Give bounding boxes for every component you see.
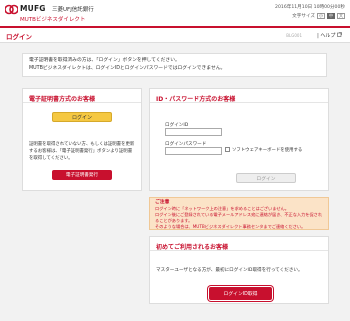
font-size-small-button[interactable]: 小 — [317, 13, 325, 19]
login-id-input[interactable] — [165, 128, 222, 136]
idpw-login-panel: ID・パスワード方式のお客様 ログインID ログインパスワード ログイン — [149, 88, 329, 191]
cert-login-button[interactable]: ログイン — [52, 112, 112, 122]
cert-panel-title: 電子証明書方式のお客様 — [23, 89, 141, 103]
title-bar: ログイン BLG001 | ヘルプ — [0, 26, 350, 43]
mufg-logo-icon — [5, 4, 18, 15]
font-size-large-button[interactable]: 大 — [337, 13, 345, 19]
cert-login-panel: 電子証明書方式のお客様 ログイン 証明書を取得されていない方、もしくは証明書を更… — [22, 88, 142, 191]
get-login-id-button[interactable]: ログインID取得 — [209, 287, 272, 300]
software-keyboard-checkbox[interactable] — [225, 147, 230, 152]
idpw-panel-title: ID・パスワード方式のお客様 — [150, 89, 328, 103]
logo-text: MUFG — [20, 4, 46, 13]
warning-line: そのような場合は、MUTBビジネスダイレクト事務センタまでご連絡ください。 — [155, 224, 306, 229]
warning-line: ログイン後にご登録されている電子メールアドレス宛に連絡が届き、不正な入力を促され… — [155, 212, 323, 223]
cert-description-line: を取得してください。 — [29, 155, 73, 161]
help-separator: | — [317, 33, 319, 39]
notice-line: MUTBビジネスダイレクトは、ログインIDとログインパスワードではログインできま… — [29, 66, 226, 71]
first-panel-text: マスターユーザとなる方が、最初にログインID取得を行ってください。 — [156, 268, 303, 273]
first-panel-title: 初めてご利用されるお客様 — [150, 237, 328, 251]
cert-issue-button[interactable]: 電子証明書発行 — [52, 170, 112, 180]
software-keyboard-label: ソフトウェアキーボードを使用する — [232, 148, 303, 153]
page-title: ログイン — [6, 33, 32, 41]
notice-line: 電子証明書を取得済みの方は、「ログイン」ボタンを押してください。 — [29, 58, 180, 63]
font-size-label: 文字サイズ — [292, 14, 315, 19]
cert-description: 証明書を取得されていない方、もしくは証明書を更新 するお客様は、「電子証明書発行… — [29, 142, 137, 162]
first-time-panel: 初めてご利用されるお客様 マスターユーザとなる方が、最初にログインID取得を行っ… — [149, 236, 329, 304]
help-label[interactable]: ヘルプ — [320, 33, 335, 39]
cert-description-line: 証明書を取得されていない方、もしくは証明書を更新 — [29, 142, 135, 147]
help-link[interactable]: | ヘルプ — [317, 32, 342, 39]
font-size-control: 文字サイズ 小 中 大 — [292, 13, 345, 19]
datetime: 2016年11月10日 10時00分00秒 — [275, 5, 345, 10]
font-size-medium-button[interactable]: 中 — [327, 13, 335, 19]
header: MUFG 三菱UFJ信託銀行 MUTBビジネスダイレクト 2016年11月10日… — [0, 0, 350, 26]
warning-box: ご注意 ログイン時に「ネットワーク上の注意」を求めることはございません。 ログイ… — [149, 197, 329, 230]
help-open-icon — [337, 32, 342, 37]
notice-box: 電子証明書を取得済みの方は、「ログイン」ボタンを押してください。 MUTBビジネ… — [22, 53, 327, 77]
bank-name: 三菱UFJ信託銀行 — [52, 7, 94, 13]
idpw-login-button[interactable]: ログイン — [236, 173, 296, 183]
login-password-input[interactable] — [165, 147, 222, 155]
service-name: MUTBビジネスダイレクト — [20, 17, 86, 23]
cert-description-line: するお客様は、「電子証明書発行」ボタンより証明書 — [29, 148, 133, 154]
screen-id: BLG001 — [286, 33, 302, 38]
